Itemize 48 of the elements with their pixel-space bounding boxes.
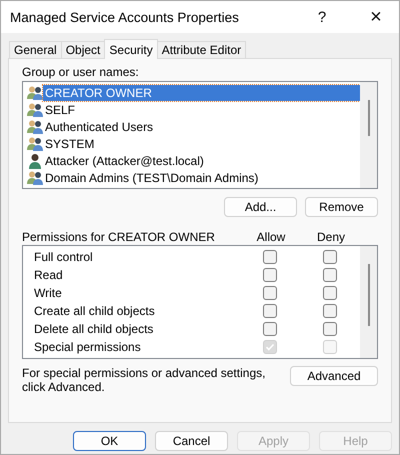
users-icon <box>27 84 43 100</box>
checkbox[interactable] <box>323 286 337 300</box>
checkbox[interactable] <box>323 322 337 336</box>
permission-name: Write <box>34 286 63 300</box>
dialog-button[interactable]: OK <box>73 431 146 451</box>
tab[interactable]: Attribute Editor <box>156 41 246 58</box>
dialog-button[interactable]: Cancel <box>155 431 228 451</box>
checkbox[interactable] <box>263 304 277 318</box>
window-title: Managed Service Accounts Properties <box>10 10 240 24</box>
close-button[interactable]: × <box>353 1 399 33</box>
tab[interactable]: General <box>9 41 62 58</box>
users-icon <box>27 136 43 152</box>
group-label: Group or user names: <box>22 65 140 81</box>
user-list-item[interactable]: SYSTEM <box>27 135 360 152</box>
user-list-item[interactable]: Attacker (Attacker@test.local) <box>27 152 360 169</box>
users-icon <box>27 170 43 186</box>
user-list-item[interactable]: Domain Admins (TEST\Domain Admins) <box>27 169 360 186</box>
help-button[interactable]: ? <box>307 1 337 33</box>
permissions-label: Permissions for CREATOR OWNER <box>22 230 216 244</box>
users-icon <box>27 102 43 118</box>
deny-column-header: Deny <box>316 230 346 244</box>
add-button[interactable]: Add... <box>224 197 297 217</box>
checkbox[interactable] <box>323 304 337 318</box>
scrollbar[interactable] <box>360 246 377 358</box>
permission-name: Full control <box>34 250 94 264</box>
checkmark-icon <box>265 342 275 352</box>
advanced-note: For special permissions or advanced settings, click Advanced. <box>22 366 266 394</box>
users-icon <box>27 118 43 134</box>
checkbox[interactable] <box>263 322 277 336</box>
checkbox[interactable] <box>263 268 277 282</box>
checkbox[interactable] <box>323 250 337 264</box>
permission-name: Create all child objects <box>34 304 156 318</box>
permission-name: Delete all child objects <box>34 322 154 336</box>
user-list-item[interactable]: Authenticated Users <box>27 118 360 135</box>
allow-column-header: Allow <box>256 230 286 244</box>
user-icon <box>27 152 43 168</box>
advanced-button[interactable]: Advanced <box>290 366 378 386</box>
permission-name: Special permissions <box>34 340 142 354</box>
checkbox[interactable] <box>323 268 337 282</box>
checkbox[interactable] <box>263 250 277 264</box>
remove-button[interactable]: Remove <box>305 197 378 217</box>
tab[interactable]: Security <box>104 39 158 59</box>
tab[interactable]: Object <box>60 41 106 58</box>
scrollbar[interactable] <box>360 82 377 188</box>
user-list-item[interactable]: SELF <box>27 101 360 118</box>
user-list[interactable]: CREATOR OWNER SELF Authenticated Users SYSTEM Attacker (Attacker@test.local) Domain Admins (TEST\Domain Admins) <box>22 81 378 189</box>
permission-name: Read <box>34 268 64 282</box>
checkbox[interactable] <box>263 286 277 300</box>
